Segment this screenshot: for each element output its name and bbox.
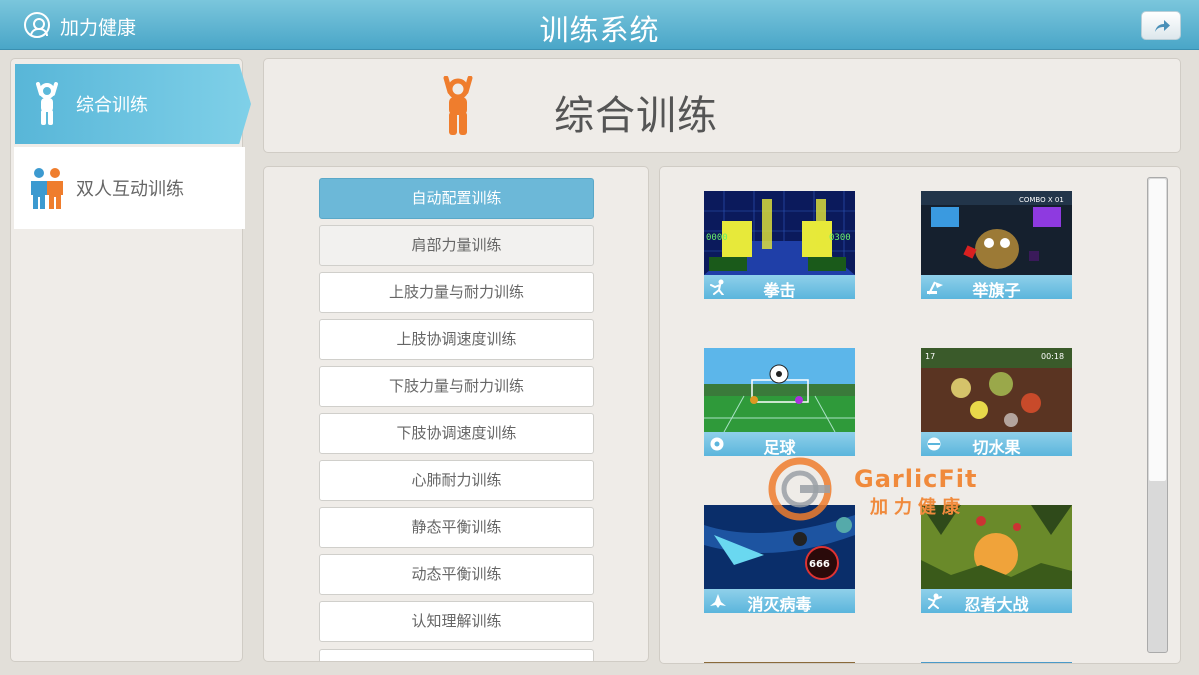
watermark-subtext: 加力健康 (870, 497, 966, 518)
game-label: 拳击 (763, 281, 796, 299)
category-upper-limb-strength[interactable]: 上肢力量与耐力训练 (319, 272, 594, 313)
game-tile-partial[interactable] (921, 662, 1072, 663)
watermark-text: GarlicFit (854, 465, 978, 493)
game-label: 举旗子 (972, 281, 1021, 299)
game-label: 消灭病毒 (747, 595, 812, 613)
page-title: 综合训练 (554, 93, 718, 139)
category-partial[interactable] (319, 649, 594, 661)
category-cognitive[interactable]: 认知理解训练 (319, 601, 594, 642)
game-tile-partial[interactable] (704, 662, 855, 663)
two-people-icon (31, 168, 63, 209)
fruit-timer: 00:18 (1041, 352, 1064, 361)
category-list: 自动配置训练 肩部力量训练 上肢力量与耐力训练 上肢协调速度训练 下肢力量与耐力… (263, 166, 649, 662)
category-dynamic-balance[interactable]: 动态平衡训练 (319, 554, 594, 595)
nav-item-comprehensive[interactable]: 综合训练 (15, 64, 251, 144)
boxing-screenshot: 0000 0300 (704, 191, 855, 275)
nav-label: 双人互动训练 (76, 179, 184, 200)
tile-label-bar: 足球 (704, 432, 855, 456)
category-shoulder-strength[interactable]: 肩部力量训练 (319, 225, 594, 266)
virus-score: 666 (809, 559, 830, 570)
game-tile-soccer[interactable]: 足球 (704, 348, 855, 456)
tile-label-bar: 忍者大战 (921, 589, 1072, 613)
category-lower-limb-strength[interactable]: 下肢力量与耐力训练 (319, 366, 594, 407)
tile-label-bar: 拳击 (704, 275, 855, 299)
game-grid: 0000 0300 拳击 COMBO X 01 举旗子 足球 17 00:18 … (659, 166, 1181, 664)
scrollbar[interactable] (1147, 177, 1168, 653)
game-tile-boxing[interactable]: 0000 0300 拳击 (704, 191, 855, 299)
scroll-thumb[interactable] (1149, 179, 1166, 481)
combo-text: COMBO X 01 (1019, 196, 1064, 204)
top-bar: 加力健康 训练系统 (0, 0, 1199, 50)
game-label: 切水果 (972, 438, 1021, 456)
nav-item-two-person[interactable]: 双人互动训练 (14, 147, 245, 229)
category-lower-limb-coordination[interactable]: 下肢协调速度训练 (319, 413, 594, 454)
tile-label-bar: 切水果 (921, 432, 1072, 456)
share-arrow-icon (1155, 20, 1170, 32)
person-arms-up-icon (443, 76, 473, 135)
category-upper-limb-coordination[interactable]: 上肢协调速度训练 (319, 319, 594, 360)
category-cardio-endurance[interactable]: 心肺耐力训练 (319, 460, 594, 501)
game-label: 足球 (763, 438, 796, 456)
category-auto-config[interactable]: 自动配置训练 (319, 178, 594, 219)
category-static-balance[interactable]: 静态平衡训练 (319, 507, 594, 548)
game-label: 忍者大战 (964, 595, 1029, 613)
score-right: 0300 (829, 233, 851, 243)
app-title: 训练系统 (539, 13, 660, 47)
game-tile-fruit[interactable]: 17 00:18 切水果 (921, 348, 1072, 456)
flag-game-screenshot: COMBO X 01 (921, 191, 1072, 275)
section-header: 综合训练 (263, 58, 1181, 153)
soccer-screenshot (704, 348, 855, 432)
watermark-logo: GarlicFit 加力健康 (766, 455, 996, 525)
nav-label: 综合训练 (76, 95, 148, 116)
share-button[interactable] (1141, 11, 1181, 40)
person-arms-up-icon (36, 82, 58, 125)
tile-label-bar: 消灭病毒 (704, 589, 855, 613)
game-tile-flag[interactable]: COMBO X 01 举旗子 (921, 191, 1072, 299)
fruit-screenshot: 17 00:18 (921, 348, 1072, 432)
left-nav-panel: 综合训练 双人互动训练 (10, 58, 251, 662)
tile-label-bar: 举旗子 (921, 275, 1072, 299)
fruit-score: 17 (925, 352, 935, 361)
garlicfit-logo-icon (768, 457, 832, 521)
score-left: 0000 (706, 233, 728, 243)
